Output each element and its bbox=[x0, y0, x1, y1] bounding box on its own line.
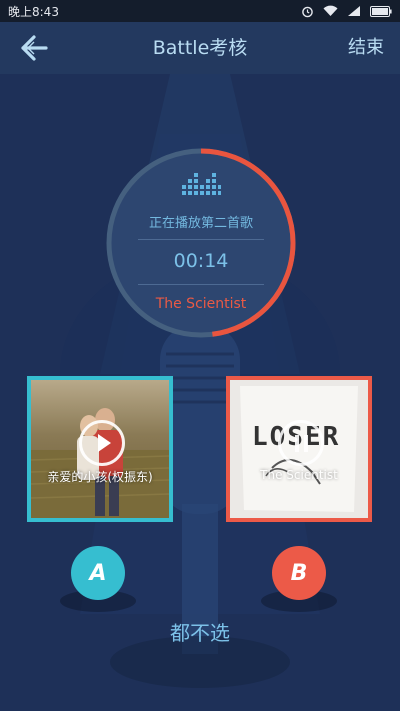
divider bbox=[138, 239, 264, 240]
divider bbox=[138, 284, 264, 285]
alarm-icon bbox=[302, 6, 313, 17]
choose-a-button[interactable]: A bbox=[71, 546, 125, 600]
now-playing-label: 正在播放第二首歌 bbox=[148, 216, 253, 231]
play-icon[interactable] bbox=[79, 420, 125, 466]
end-button[interactable]: 结束 bbox=[348, 22, 384, 74]
status-time: 晚上8:43 bbox=[8, 4, 59, 19]
song-card-b[interactable]: LOSER The Scientist bbox=[226, 376, 372, 522]
current-song-title: The Scientist bbox=[155, 296, 247, 312]
player-circle: 正在播放第二首歌 00:14 The Scientist bbox=[104, 146, 298, 340]
signal-icon bbox=[348, 6, 360, 16]
playback-timer: 00:14 bbox=[173, 250, 229, 272]
card-b-caption: The Scientist bbox=[260, 468, 338, 482]
status-bar: 晚上8:43 bbox=[0, 0, 400, 22]
pause-icon[interactable] bbox=[278, 420, 324, 466]
choose-none-button[interactable]: 都不选 bbox=[0, 617, 400, 646]
wifi-icon bbox=[323, 5, 338, 17]
choose-b-button[interactable]: B bbox=[272, 546, 326, 600]
page-title: Battle考核 bbox=[152, 37, 248, 59]
card-a-caption: 亲爱的小孩(权振东) bbox=[47, 470, 153, 484]
song-card-a[interactable]: 亲爱的小孩(权振东) bbox=[27, 376, 173, 522]
battery-icon bbox=[370, 5, 392, 17]
status-icons bbox=[301, 5, 392, 18]
app-header: Battle考核 结束 bbox=[0, 22, 400, 74]
equalizer-icon bbox=[182, 173, 221, 195]
